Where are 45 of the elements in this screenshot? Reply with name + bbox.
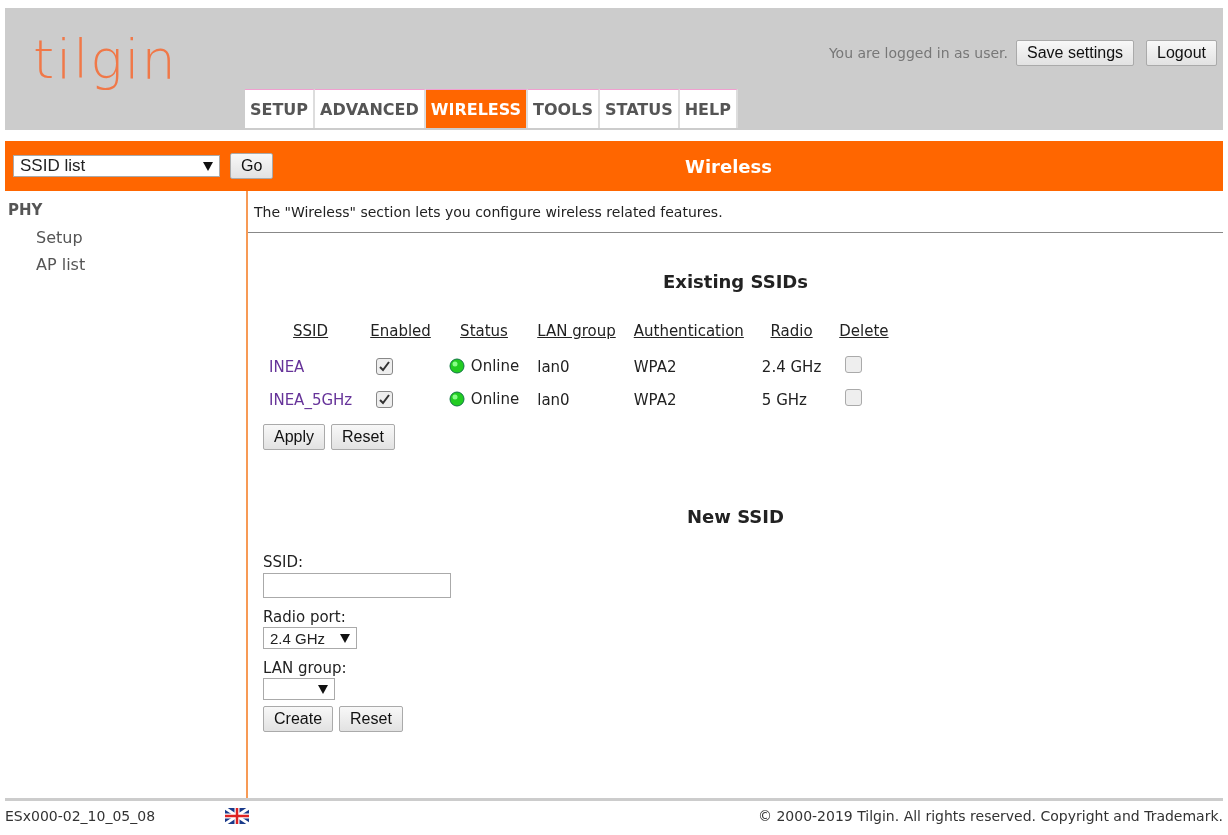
- sidebar-item[interactable]: AP list: [5, 253, 246, 280]
- section-heading: New SSID: [686, 506, 785, 527]
- field-label: LAN group:: [263, 659, 347, 677]
- status-text: Online: [470, 390, 520, 409]
- table-cell-text: WPA2: [632, 389, 678, 411]
- create-button[interactable]: Create: [263, 706, 334, 732]
- column-header: Radio: [769, 322, 814, 342]
- nav-tab[interactable]: ADVANCED: [315, 89, 426, 128]
- nav-tab[interactable]: TOOLS: [528, 89, 600, 128]
- table-cell-text: 2.4 GHz: [760, 356, 823, 378]
- section-title: Wireless: [685, 155, 772, 177]
- column-header: Enabled: [369, 322, 432, 342]
- nav-tab[interactable]: SETUP: [245, 89, 316, 128]
- column-header: SSID: [292, 322, 330, 342]
- go-button[interactable]: Go: [230, 153, 274, 179]
- save-settings-button[interactable]: Save settings: [1016, 40, 1135, 66]
- radio-port-select[interactable]: 2.4 GHz: [263, 627, 357, 649]
- column-header: Status: [459, 322, 509, 342]
- section-heading: Existing SSIDs: [662, 271, 809, 292]
- firmware-version: ESx000-02_10_05_08: [5, 808, 156, 824]
- reset-button[interactable]: Reset: [339, 706, 403, 732]
- table-cell-text: lan0: [536, 389, 571, 411]
- table-cell-text: lan0: [536, 356, 571, 378]
- sidebar-heading: PHY: [7, 201, 44, 219]
- logo: tilgin: [32, 27, 179, 93]
- table-cell-text: 5 GHz: [760, 389, 808, 411]
- ssid-link[interactable]: INEA_5GHz: [269, 390, 353, 409]
- field-label: SSID:: [263, 553, 304, 571]
- sidebar-item[interactable]: Setup: [5, 226, 246, 253]
- intro-text: The "Wireless" section lets you configure wireless related features.: [248, 191, 1223, 233]
- copyright-text: © 2000-2019 Tilgin. All rights reserved. Copyright and Trademark.: [757, 808, 1223, 824]
- status-text: Online: [470, 357, 520, 376]
- table-cell-text: WPA2: [632, 356, 678, 378]
- login-status: You are logged in as user.: [828, 45, 1008, 61]
- field-label: Radio port:: [263, 608, 346, 626]
- reset-button[interactable]: Reset: [331, 424, 395, 450]
- ssid-link[interactable]: INEA: [269, 357, 305, 376]
- logout-button[interactable]: Logout: [1146, 40, 1217, 66]
- page-select[interactable]: SSID list: [13, 155, 220, 177]
- column-header: LAN group: [536, 322, 617, 342]
- column-header: Delete: [838, 322, 890, 342]
- apply-button[interactable]: Apply: [263, 424, 326, 450]
- column-header: Authentication: [632, 322, 745, 342]
- nav-tab[interactable]: HELP: [679, 89, 738, 128]
- nav-tab[interactable]: STATUS: [599, 89, 680, 128]
